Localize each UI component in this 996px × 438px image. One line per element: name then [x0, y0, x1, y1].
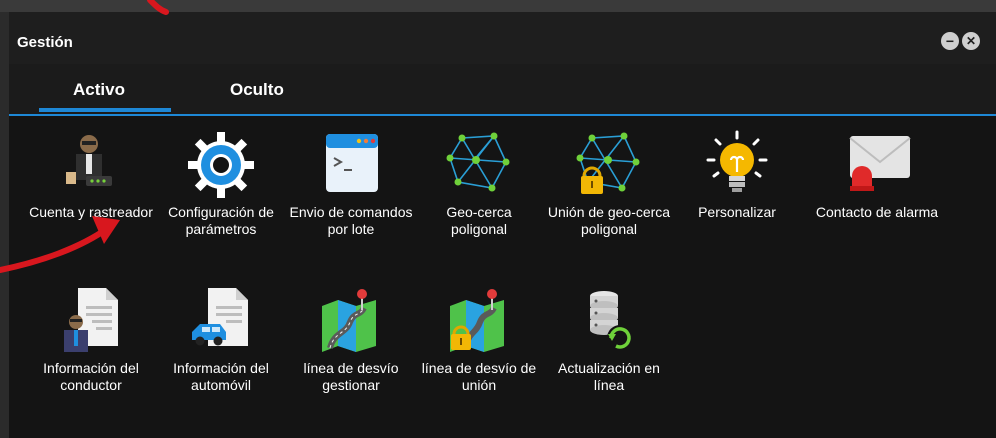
close-icon[interactable]: ✕	[962, 32, 980, 50]
module-contacto-alarma[interactable]: Contacto de alarma	[815, 130, 939, 221]
database-refresh-icon	[574, 286, 644, 356]
polygon-geofence-icon	[444, 130, 514, 200]
tab-bar: Activo Oculto	[9, 64, 996, 116]
terminal-command-icon	[316, 130, 386, 200]
route-map-icon	[316, 286, 386, 356]
module-configuracion-parametros[interactable]: Configuración de parámetros	[159, 130, 283, 238]
locked-polygon-geofence-icon	[574, 130, 644, 200]
module-geocerca-poligonal[interactable]: Geo-cerca poligonal	[417, 130, 541, 238]
window-title: Gestión	[17, 34, 73, 51]
module-label: Unión de geo-cerca poligonal	[547, 204, 671, 237]
locked-route-map-icon	[444, 286, 514, 356]
module-label: Información del automóvil	[173, 360, 269, 393]
management-window: Gestión − ✕ Activo Oculto Cuenta y rastr…	[9, 12, 996, 438]
module-personalizar[interactable]: Personalizar	[675, 130, 799, 221]
module-envio-comandos[interactable]: Envio de comandos por lote	[289, 130, 413, 238]
module-union-geocerca[interactable]: Unión de geo-cerca poligonal	[547, 130, 671, 238]
module-label: Actualización en línea	[558, 360, 660, 393]
module-informacion-automovil[interactable]: Información del automóvil	[159, 286, 283, 394]
module-label: línea de desvío de unión	[421, 360, 537, 393]
driver-document-icon	[56, 286, 126, 356]
settings-gear-icon	[186, 130, 256, 200]
module-linea-desvio-union[interactable]: línea de desvío de unión	[417, 286, 541, 394]
module-label: Cuenta y rastreador	[29, 204, 153, 220]
module-cuenta-rastreador[interactable]: Cuenta y rastreador	[29, 130, 153, 221]
account-tracker-icon	[56, 130, 126, 200]
module-label: Contacto de alarma	[815, 204, 939, 220]
module-actualizacion-en-linea[interactable]: Actualización en línea	[547, 286, 671, 394]
module-label: línea de desvío gestionar	[303, 360, 399, 393]
tab-activo[interactable]: Activo	[73, 80, 125, 100]
module-informacion-conductor[interactable]: Información del conductor	[29, 286, 153, 394]
module-label: Configuración de parámetros	[168, 204, 274, 237]
background-strip	[0, 0, 996, 12]
car-document-icon	[186, 286, 256, 356]
minimize-icon[interactable]: −	[941, 32, 959, 50]
title-bar[interactable]: Gestión − ✕	[9, 12, 996, 64]
module-linea-desvio-gestionar[interactable]: línea de desvío gestionar	[289, 286, 413, 394]
module-label: Información del conductor	[43, 360, 139, 393]
module-label: Envio de comandos por lote	[289, 204, 413, 237]
lightbulb-icon	[702, 130, 772, 200]
active-tab-indicator	[39, 108, 171, 112]
alarm-mail-icon	[842, 130, 912, 200]
tab-oculto[interactable]: Oculto	[230, 80, 284, 100]
module-label: Personalizar	[698, 204, 776, 220]
module-label: Geo-cerca poligonal	[446, 204, 512, 237]
